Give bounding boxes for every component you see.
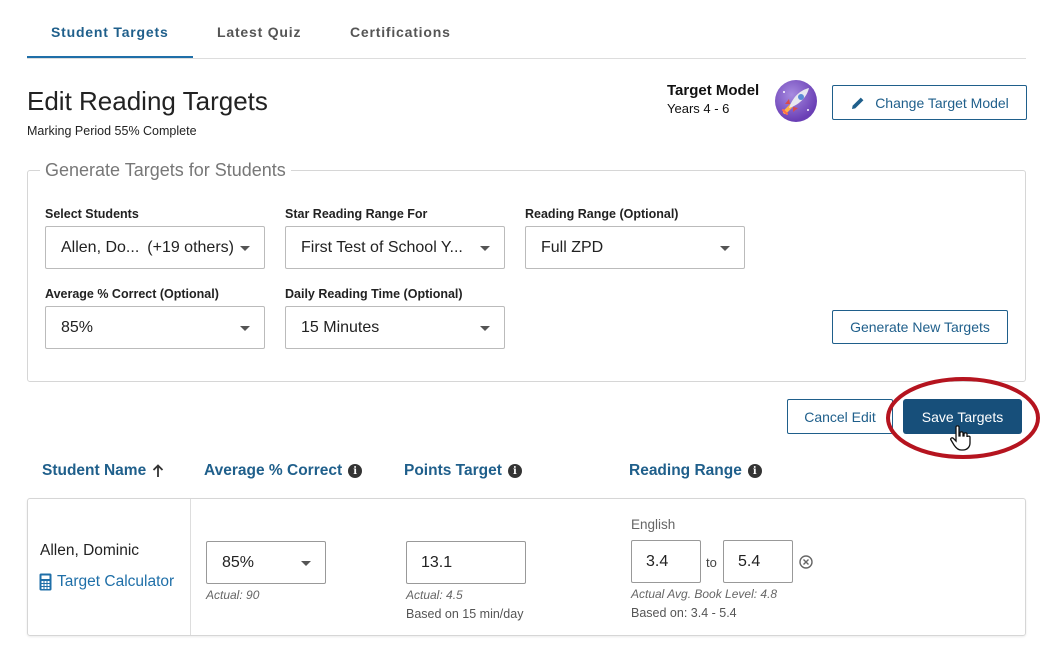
chevron-down-icon: [301, 561, 311, 566]
generate-targets-legend: Generate Targets for Students: [45, 160, 286, 180]
daily-time-label: Daily Reading Time (Optional): [285, 287, 463, 301]
generate-new-targets-label: Generate New Targets: [850, 319, 990, 335]
row-avg-correct-dropdown[interactable]: 85%: [206, 541, 326, 584]
tab-certifications[interactable]: Certifications: [350, 24, 451, 40]
column-header-student-name[interactable]: Student Name: [42, 462, 164, 480]
table-row: [27, 498, 1026, 636]
select-students-others: (+19 others): [147, 238, 234, 256]
change-target-model-button[interactable]: Change Target Model: [832, 85, 1027, 120]
avg-correct-dropdown[interactable]: 85%: [45, 306, 265, 349]
cancel-edit-button[interactable]: Cancel Edit: [787, 399, 893, 434]
reading-range-header-label: Reading Range: [629, 462, 742, 479]
tabs-divider: [27, 58, 1026, 59]
range-to-value: 5.4: [738, 552, 761, 570]
info-icon[interactable]: i: [507, 464, 522, 478]
range-basis: Based on: 3.4 - 5.4: [631, 606, 737, 620]
target-calculator-link[interactable]: Target Calculator: [39, 573, 174, 591]
select-students-dropdown[interactable]: Allen, Do... (+19 others): [45, 226, 265, 269]
reading-range-language: English: [631, 517, 676, 532]
info-icon[interactable]: i: [747, 464, 762, 478]
target-model-label: Target Model: [667, 82, 760, 99]
points-target-value: 13.1: [421, 553, 453, 571]
arrow-up-icon: [153, 464, 164, 477]
column-header-average-correct: Average % Correct i: [204, 462, 363, 480]
star-range-value: First Test of School Y...: [301, 238, 463, 256]
range-from-input[interactable]: 3.4: [631, 540, 701, 583]
chevron-down-icon: [720, 246, 730, 251]
range-to-word: to: [706, 555, 717, 570]
select-students-value: Allen, Do...: [61, 238, 140, 256]
reading-range-label: Reading Range (Optional): [525, 207, 679, 221]
chevron-down-icon: [480, 246, 490, 251]
average-correct-header-label: Average % Correct: [204, 462, 343, 479]
points-actual: Actual: 4.5: [406, 588, 463, 602]
student-name-header-label: Student Name: [42, 462, 147, 479]
points-target-input[interactable]: 13.1: [406, 541, 526, 584]
target-calculator-label: Target Calculator: [57, 573, 175, 590]
student-name: Allen, Dominic: [40, 542, 140, 559]
chevron-down-icon: [480, 326, 490, 331]
points-basis: Based on 15 min/day: [406, 607, 524, 621]
select-students-label: Select Students: [45, 207, 139, 221]
row-column-divider: [190, 499, 191, 635]
generate-new-targets-button[interactable]: Generate New Targets: [832, 310, 1008, 344]
star-range-dropdown[interactable]: First Test of School Y...: [285, 226, 505, 269]
chevron-down-icon: [240, 326, 250, 331]
chevron-down-icon: [240, 246, 250, 251]
column-header-points-target: Points Target i: [404, 462, 522, 480]
row-avg-correct-value: 85%: [222, 553, 255, 571]
pencil-icon: [852, 97, 864, 109]
change-target-model-label: Change Target Model: [875, 94, 1009, 111]
reading-range-dropdown[interactable]: Full ZPD: [525, 226, 745, 269]
target-model-value: Years 4 - 6: [667, 101, 730, 116]
row-avg-actual: Actual: 90: [206, 588, 260, 602]
star-range-label: Star Reading Range For: [285, 207, 428, 221]
hand-cursor-icon: [950, 425, 971, 451]
info-icon[interactable]: i: [348, 464, 363, 478]
tab-student-targets[interactable]: Student Targets: [51, 24, 169, 40]
rocket-icon: [775, 80, 817, 122]
avg-correct-label: Average % Correct (Optional): [45, 287, 219, 301]
calculator-icon: [39, 573, 52, 591]
avg-correct-value: 85%: [61, 318, 94, 336]
cancel-edit-label: Cancel Edit: [804, 408, 876, 425]
page-title: Edit Reading Targets: [27, 86, 268, 116]
reading-range-value: Full ZPD: [541, 238, 604, 256]
range-to-input[interactable]: 5.4: [723, 540, 793, 583]
points-target-header-label: Points Target: [404, 462, 502, 479]
tab-latest-quiz[interactable]: Latest Quiz: [217, 24, 301, 40]
daily-time-value: 15 Minutes: [301, 318, 380, 336]
daily-time-dropdown[interactable]: 15 Minutes: [285, 306, 505, 349]
clear-range-icon[interactable]: [799, 555, 813, 569]
marking-period-status: Marking Period 55% Complete: [27, 124, 197, 138]
range-actual-book-level: Actual Avg. Book Level: 4.8: [631, 587, 778, 601]
column-header-reading-range: Reading Range i: [629, 462, 762, 480]
range-from-value: 3.4: [646, 552, 669, 570]
